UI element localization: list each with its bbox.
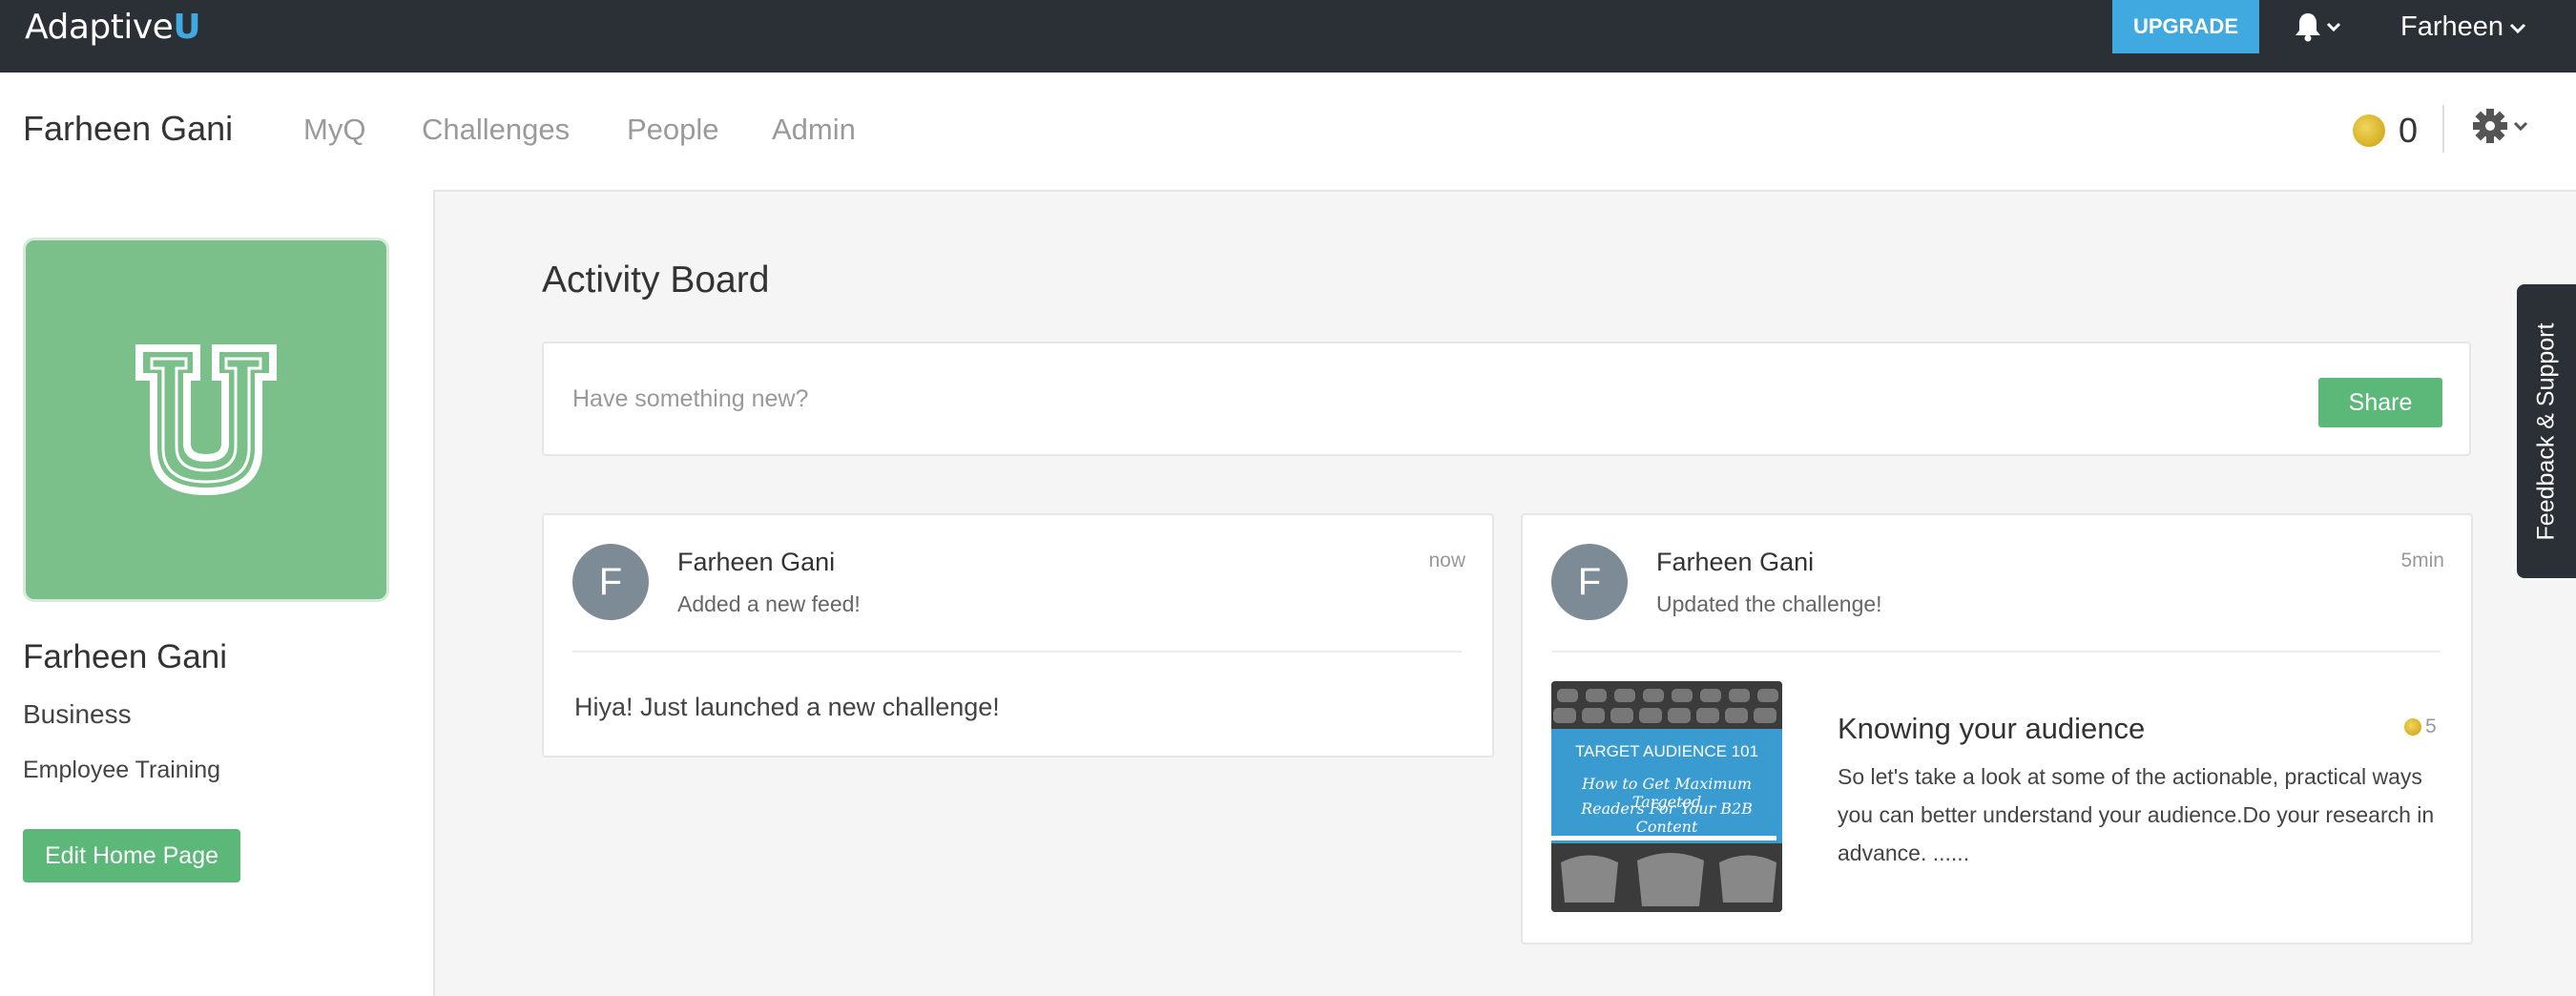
coin-icon — [2353, 114, 2385, 147]
university-u-logo — [135, 344, 277, 496]
challenge-thumbnail[interactable]: TARGET AUDIENCE 101 How to Get Maximum T… — [1551, 681, 1782, 912]
avatar[interactable]: F — [572, 544, 649, 620]
nav-link-myq[interactable]: MyQ — [303, 113, 365, 147]
divider — [2442, 105, 2444, 153]
chevron-down-icon — [2326, 22, 2341, 32]
challenge-title[interactable]: Knowing your audience — [1838, 712, 2145, 746]
challenge-points-value: 5 — [2425, 716, 2437, 737]
share-button[interactable]: Share — [2318, 378, 2442, 427]
logo-accent: U — [173, 8, 201, 47]
nav-link-people[interactable]: People — [627, 113, 719, 147]
feed-author[interactable]: Farheen Gani — [677, 548, 835, 577]
edit-home-page-button[interactable]: Edit Home Page — [23, 829, 240, 882]
challenge-description: So let's take a look at some of the acti… — [1838, 764, 2435, 865]
gear-icon — [2473, 109, 2507, 143]
challenge-points: 5 — [2404, 716, 2437, 738]
bell-icon — [2296, 13, 2320, 42]
profile-subdepartment: Employee Training — [23, 757, 221, 783]
chevron-down-icon — [2509, 23, 2526, 33]
feedback-label: Feedback & Support — [2532, 322, 2560, 540]
post-composer: Have something new? Share — [542, 342, 2471, 456]
feed-timestamp: now — [1428, 550, 1465, 571]
feed-author[interactable]: Farheen Gani — [1656, 548, 1814, 577]
thumbnail-subtitle-line2: Readers For Your B2B Content — [1581, 799, 1753, 836]
coin-balance: 0 — [2353, 111, 2418, 151]
divider — [1551, 651, 2441, 653]
feedback-support-tab[interactable]: Feedback & Support — [2517, 284, 2576, 578]
profile-sidebar: Farheen Gani Business Employee Training … — [0, 190, 435, 996]
app-logo[interactable]: AdaptiveU — [25, 8, 201, 47]
chevron-down-icon — [2513, 121, 2528, 132]
user-menu-label: Farheen — [2400, 11, 2504, 42]
nav-link-admin[interactable]: Admin — [772, 113, 856, 147]
nav-user-name[interactable]: Farheen Gani — [23, 109, 233, 149]
page-title: Activity Board — [542, 259, 770, 301]
logo-text: Adaptive — [25, 8, 174, 47]
nav-link-challenges[interactable]: Challenges — [422, 113, 570, 147]
avatar[interactable]: F — [1551, 544, 1628, 620]
feed-timestamp: 5min — [2400, 550, 2444, 571]
composer-input[interactable]: Have something new? — [572, 385, 808, 413]
feed-card: F Farheen Gani Updated the challenge! 5m… — [1521, 513, 2473, 944]
feed-card: F Farheen Gani Added a new feed! now Hiy… — [542, 513, 1494, 757]
feed-action: Added a new feed! — [677, 591, 861, 616]
coin-count: 0 — [2399, 111, 2419, 150]
sub-nav: Farheen Gani MyQ Challenges People Admin… — [0, 73, 2576, 192]
profile-avatar — [23, 238, 389, 602]
thumbnail-title: TARGET AUDIENCE 101 — [1574, 742, 1759, 760]
coin-icon — [2404, 718, 2421, 736]
profile-department: Business — [23, 699, 132, 729]
feed-action: Updated the challenge! — [1656, 591, 1882, 616]
user-menu[interactable]: Farheen — [2400, 11, 2526, 43]
profile-name: Farheen Gani — [23, 638, 228, 675]
top-bar: AdaptiveU UPGRADE Farheen — [0, 0, 2576, 73]
upgrade-button[interactable]: UPGRADE — [2112, 0, 2259, 53]
feed-body: Hiya! Just launched a new challenge! — [574, 693, 1000, 721]
notifications-menu[interactable] — [2294, 10, 2351, 44]
divider — [572, 651, 1462, 653]
settings-menu[interactable] — [2471, 107, 2528, 145]
